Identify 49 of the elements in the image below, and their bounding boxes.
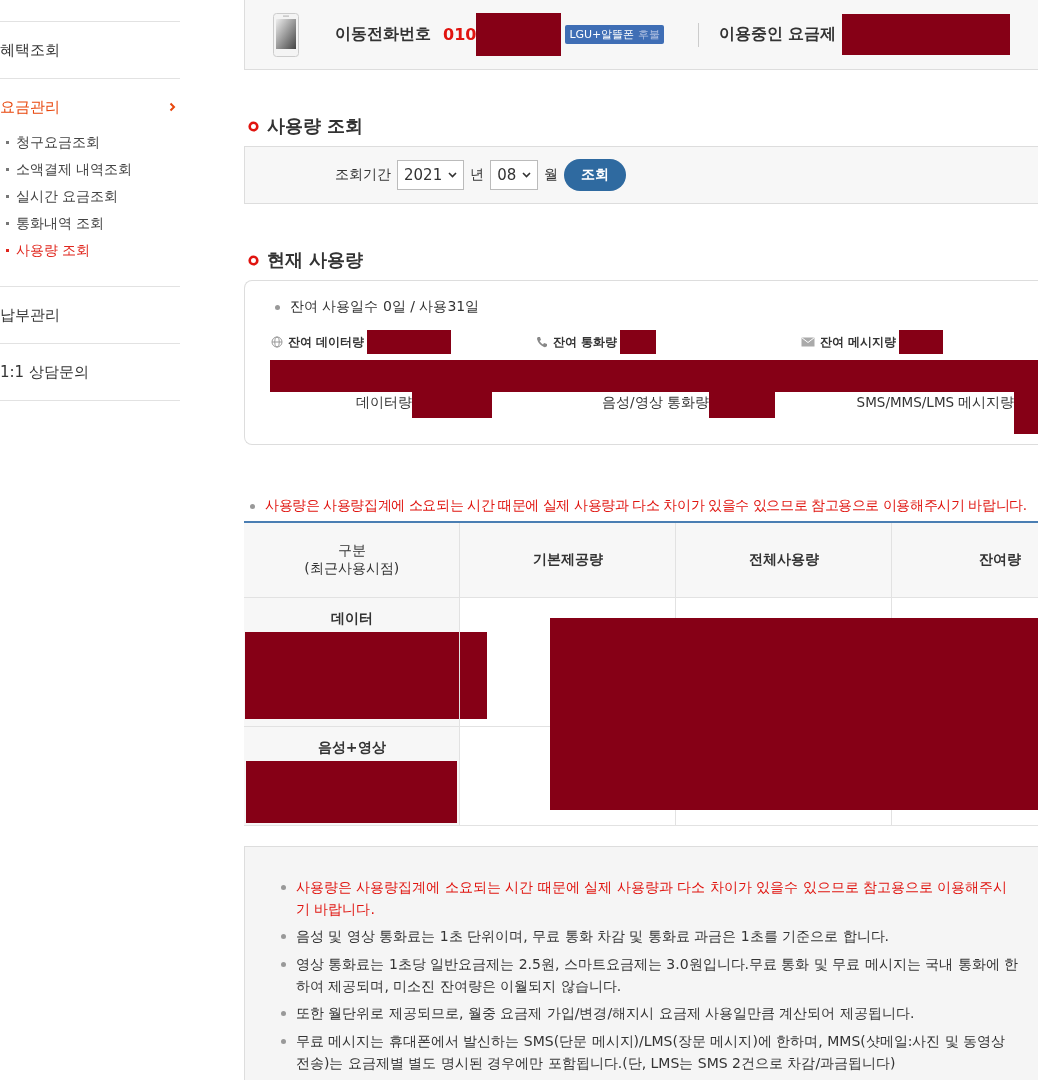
submenu-item[interactable]: 통화내역 조회	[6, 210, 180, 237]
phone-number-label: 이동전화번호	[335, 24, 431, 45]
note-text: 영상 통화료는 1초당 일반요금제는 2.5원, 스마트요금제는 3.0원입니다.무료 통화 및 무료 메시지는 국내 통화에 한하여 제공되며, 미소진 잔여량은 이월되지 않습니다.	[296, 955, 1020, 996]
row-header: 음성+영상	[316, 739, 387, 757]
submenu-item[interactable]: 소액결제 내역조회	[6, 156, 180, 183]
column-header: 기본제공량	[459, 522, 676, 598]
remaining-label: 잔여 통화량	[553, 333, 618, 351]
year-unit: 년	[470, 166, 485, 184]
envelope-icon	[801, 337, 815, 347]
note-text: 음성 및 영상 통화료는 1초 단위이며, 무료 통화 차감 및 통화료 과금은 1초를 기준으로 합니다.	[296, 927, 890, 947]
search-button[interactable]: 조회	[564, 159, 627, 191]
month-select[interactable]: 08	[490, 160, 539, 190]
smartphone-icon	[273, 12, 299, 57]
notice-text: 사용량은 사용량집계에 소요되는 시간 때문에 실제 사용량과 다소 차이가 있을수 있으므로 참고용으로 이용해주시기 바랍니다.	[265, 497, 1027, 515]
submenu-item[interactable]: 실시간 요금조회	[6, 183, 180, 210]
sidebar-item[interactable]: 혜택조회	[0, 22, 180, 78]
phone-icon	[536, 336, 548, 348]
caret-icon	[448, 172, 458, 178]
note-text: 무료 메시지는 휴대폰에서 발신하는 SMS(단문 메시지)/LMS(장문 메시지)에 한하며, MMS(샷메일:사진 및 동영상 전송)는 요금제별 별도 명시된 경우에만 포함됩니다.(단, LMS는 SMS 2건으로 차감/과금됩니다)	[296, 1032, 1007, 1073]
section-title: 현재 사용량	[267, 248, 364, 272]
note-text: 또한 월단위로 제공되므로, 월중 요금제 가입/변경/해지시 요금제 사용일만큼 계산되어 제공됩니다.	[296, 1004, 915, 1024]
column-header: 잔여량	[891, 522, 1038, 598]
submenu-item[interactable]: 사용량 조회	[6, 237, 180, 264]
sidebar-item[interactable]: 1:1 상담문의	[0, 344, 180, 400]
row-header: 데이터	[329, 610, 374, 628]
total-label: 데이터량	[355, 393, 412, 412]
remaining-label: 잔여 데이터량	[288, 333, 365, 351]
caret-icon	[522, 172, 532, 178]
globe-icon	[271, 336, 283, 348]
chevron-icon	[169, 102, 176, 112]
column-header: 전체사용량	[675, 522, 892, 598]
note-text: 사용량은 사용량집계에 소요되는 시간 때문에 실제 사용량과 다소 차이가 있을수 있으므로 참고용으로 이용해주시기 바랍니다.	[296, 878, 1009, 919]
total-label: 음성/영상 통화량	[602, 393, 709, 412]
redaction-block	[620, 330, 657, 354]
plan-label: 이용중인 요금제	[718, 24, 837, 45]
bullet-icon	[248, 254, 259, 266]
carrier-badge: LGU+알뜰폰 후불	[565, 25, 664, 44]
year-select[interactable]: 2021	[397, 160, 465, 190]
sidebar-item[interactable]: 납부관리	[0, 287, 180, 343]
column-header: 구분 (최근사용시점)	[244, 522, 460, 598]
phone-number: 010	[443, 25, 477, 44]
total-label: SMS/MMS/LMS 메시지량	[856, 393, 1015, 412]
bullet-icon	[248, 120, 259, 132]
remaining-label: 잔여 메시지량	[820, 333, 897, 351]
month-unit: 월	[544, 166, 559, 184]
remaining-days: 잔여 사용일수 0일 / 사용31일	[290, 298, 480, 316]
period-label: 조회기간	[335, 166, 391, 184]
section-title: 사용량 조회	[267, 114, 364, 138]
redaction-block	[899, 330, 944, 354]
